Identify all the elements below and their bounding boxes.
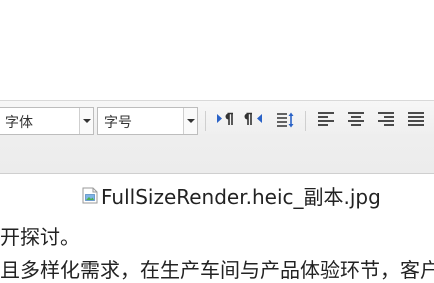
- font-family-select[interactable]: 字体: [0, 107, 94, 135]
- font-size-value: 字号: [104, 115, 132, 131]
- align-left-icon[interactable]: [315, 109, 337, 131]
- broken-image-icon: [82, 187, 98, 204]
- image-alt-text: FullSizeRender.heic_副本.jpg: [101, 184, 381, 209]
- editor-toolbar: 字体 字号: [0, 100, 434, 174]
- font-size-select[interactable]: 字号: [97, 107, 198, 135]
- line-spacing-icon[interactable]: [274, 109, 296, 131]
- paragraph-text: 开探讨。: [0, 225, 80, 249]
- paragraph-text: 且多样化需求，在生产车间与产品体验环节，客户: [0, 258, 434, 282]
- toolbar-divider: [305, 111, 306, 131]
- chevron-down-icon[interactable]: [183, 108, 197, 134]
- font-family-value: 字体: [5, 115, 33, 131]
- align-right-icon[interactable]: [375, 109, 397, 131]
- editor-content[interactable]: FullSizeRender.heic_副本.jpg 开探讨。 且多样化需求，在…: [0, 174, 434, 282]
- align-center-icon[interactable]: [345, 109, 367, 131]
- ltr-direction-icon[interactable]: [214, 109, 236, 131]
- broken-image[interactable]: FullSizeRender.heic_副本.jpg: [82, 183, 381, 209]
- editor-top-area: [0, 0, 434, 100]
- chevron-down-icon[interactable]: [79, 108, 93, 134]
- toolbar-divider: [205, 111, 206, 131]
- align-justify-icon[interactable]: [405, 109, 427, 131]
- rtl-direction-icon[interactable]: [243, 109, 265, 131]
